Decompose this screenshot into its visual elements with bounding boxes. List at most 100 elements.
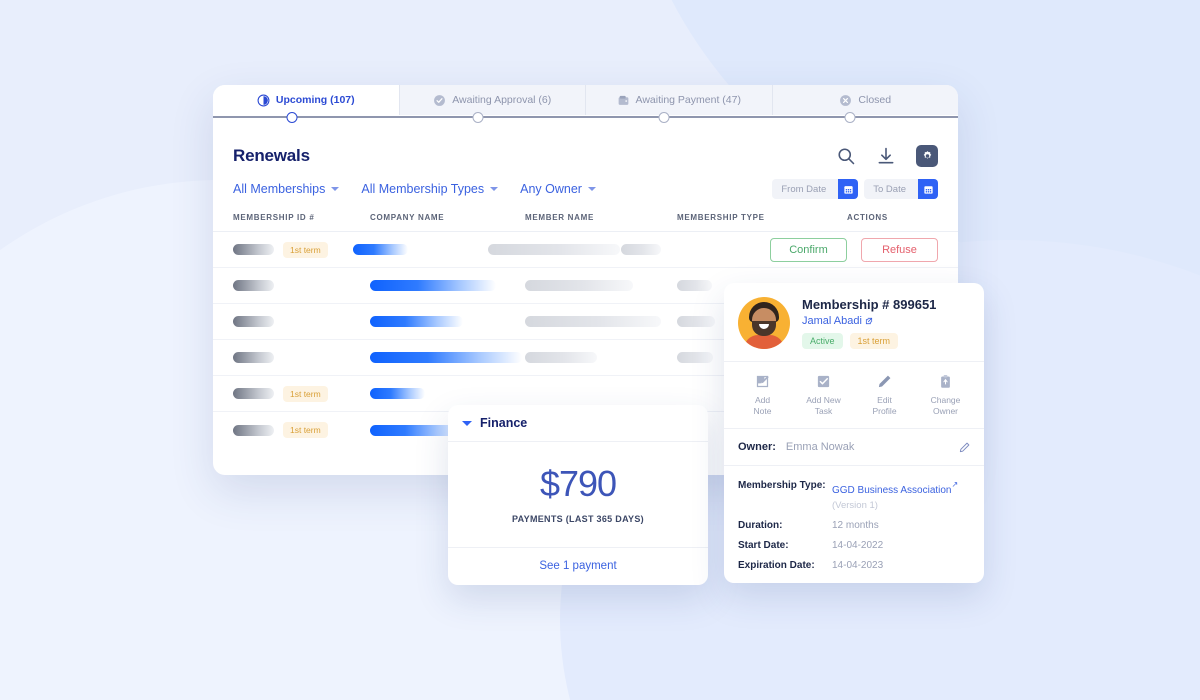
membership-type-version: (Version 1) [832,500,878,512]
filter-all-memberships[interactable]: All Memberships [233,182,340,196]
finance-card-header[interactable]: Finance [448,405,708,442]
search-icon[interactable] [836,146,856,166]
refuse-button[interactable]: Refuse [861,237,938,262]
add-note-action[interactable]: Add Note [732,374,793,416]
membership-details-list: Membership Type: GGD Business Associatio… [724,466,984,571]
cell-membership-id [233,352,370,363]
finance-card-footer: See 1 payment [448,548,708,584]
skeleton-id [233,280,274,291]
table-row[interactable]: 1st term Confirm Refuse [213,232,958,268]
status-badges: Active 1st term [802,333,936,349]
skeleton-company [352,244,408,255]
from-date-calendar-button[interactable] [838,179,859,199]
detail-key: Duration: [738,520,783,532]
skeleton-type [677,316,715,327]
filter-any-owner-label: Any Owner [520,182,582,196]
cell-membership-id: 1st term [233,422,370,438]
chevron-down-icon[interactable] [462,420,472,426]
see-payments-link[interactable]: See 1 payment [539,560,616,572]
tab-upcoming-label: Upcoming (107) [275,94,355,106]
detail-row-start-date: Start Date: 14-04-2022 [738,540,970,551]
skeleton-company [370,280,496,291]
detail-value: 14-04-2023 [832,560,884,572]
filter-any-owner[interactable]: Any Owner [520,182,596,196]
column-member-name: MEMBER NAME [525,213,595,222]
owner-label: Owner: [738,441,776,454]
confirm-button[interactable]: Confirm [770,237,847,262]
clock-icon [257,94,270,106]
finance-card-body: $790 PAYMENTS (LAST 365 DAYS) [448,442,708,548]
detail-key: Expiration Date: [738,560,815,572]
table-header: MEMBERSHIP ID # COMPANY NAME MEMBER NAME… [213,213,958,232]
cell-membership-id: 1st term [233,241,353,258]
skeleton-type [677,280,712,291]
term-badge: 1st term [283,241,328,258]
column-membership-type: MEMBERSHIP TYPE [677,213,765,222]
tab-upcoming[interactable]: Upcoming (107) [213,85,400,115]
chevron-down-icon [490,187,499,191]
date-range-filters: From Date To Date [772,179,938,199]
filter-all-membership-types[interactable]: All Membership Types [361,182,499,196]
stepper-dot-2[interactable] [472,112,484,123]
tab-awaiting-approval[interactable]: Awaiting Approval (6) [399,85,586,115]
cell-membership-type [621,244,770,255]
tab-awaiting-payment[interactable]: Awaiting Payment (47) [586,85,773,115]
skeleton-type [677,352,713,363]
avatar-body [744,335,784,349]
stepper-dot-3[interactable] [658,112,670,123]
owner-value: Emma Nowak [785,441,855,454]
skeleton-id [233,424,274,436]
stepper-dot-4[interactable] [844,112,856,123]
task-check-icon [817,375,830,388]
external-link-icon[interactable]: ↗ [952,480,959,489]
tab-awaiting-payment-label: Awaiting Payment (47) [635,94,741,106]
tab-closed[interactable]: Closed [772,85,958,115]
skeleton-company [370,388,425,399]
pencil-icon[interactable] [959,442,970,453]
x-circle-icon [840,94,852,106]
tab-closed-label: Closed [858,94,892,106]
settings-button[interactable] [916,145,938,167]
cell-member-name [525,352,677,363]
to-date-field[interactable]: To Date [864,179,938,199]
add-new-task-action[interactable]: Add New Task [793,374,854,416]
wallet-icon [618,95,628,105]
stepper-dot-1[interactable] [286,112,298,123]
to-date-calendar-button[interactable] [918,179,938,199]
cell-member-name [525,280,677,291]
download-icon[interactable] [876,146,896,166]
owner-row: Owner: Emma Nowak [724,429,984,467]
from-date-field[interactable]: From Date [772,179,859,199]
finance-card: Finance $790 PAYMENTS (LAST 365 DAYS) Se… [448,405,708,585]
member-name-link[interactable]: Jamal Abadi [802,315,936,327]
column-membership-id: MEMBERSHIP ID # [233,213,315,222]
page-title: Renewals [233,146,310,165]
finance-amount: $790 [539,462,617,504]
tab-awaiting-approval-label: Awaiting Approval (6) [452,94,552,106]
skeleton-id [233,352,274,363]
membership-type-link[interactable]: GGD Business Association [832,485,952,496]
detail-row-expiration-date: Expiration Date: 14-04-2023 [738,560,970,571]
finance-title: Finance [480,416,528,430]
add-note-label: Add Note [753,395,772,416]
skeleton-company [370,352,522,363]
edit-profile-action[interactable]: Edit Profile [854,374,915,416]
avatar [738,297,790,349]
filter-bar: All Memberships All Membership Types Any… [213,167,958,213]
cell-company-name [370,352,525,363]
column-company-name: COMPANY NAME [370,213,445,222]
change-owner-action[interactable]: Change Owner [915,374,976,416]
skeleton-id [233,388,274,399]
calendar-icon [844,185,853,194]
detail-key: Membership Type: [738,480,826,492]
term-badge: 1st term [849,333,899,349]
chevron-down-icon [587,187,596,191]
skeleton-id [233,244,274,255]
term-badge: 1st term [283,422,328,438]
skeleton-member [525,316,661,327]
membership-detail-heading: Membership # 899651 Jamal Abadi Active 1… [802,297,936,349]
finance-caption: PAYMENTS (LAST 365 DAYS) [512,513,644,524]
progress-stepper [213,112,958,129]
note-edit-icon [756,375,769,388]
cell-member-name [488,244,621,255]
